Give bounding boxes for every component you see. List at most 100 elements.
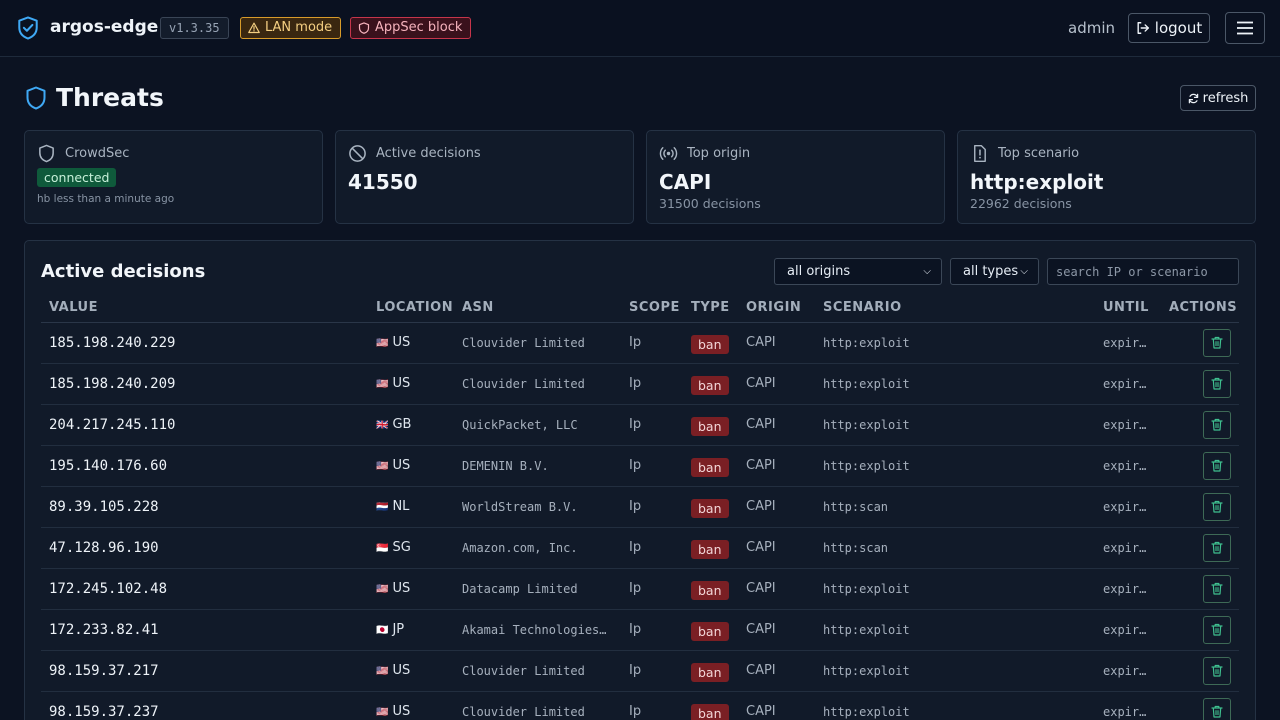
- asn-value: DEMENIN B.V.: [454, 445, 621, 487]
- country-code: US: [392, 663, 411, 678]
- origin-value: CAPI: [738, 568, 815, 610]
- country-flag-icon: 🇬🇧: [376, 420, 389, 431]
- top-scenario-card-header: Top scenario: [970, 144, 1079, 163]
- asn-value: Clouvider Limited: [454, 691, 621, 720]
- scenario-value: http:scan: [815, 527, 1095, 569]
- table-row: 185.198.240.229 🇺🇸 US Clouvider Limited Ip ba…: [41, 322, 1239, 364]
- decision-type-badge: ban: [691, 334, 729, 354]
- type-cell: ban: [683, 691, 738, 720]
- country-flag-icon: 🇺🇸: [376, 707, 389, 718]
- scope-value: Ip: [621, 691, 683, 720]
- trash-icon: [1211, 500, 1223, 513]
- origin-value: CAPI: [738, 609, 815, 651]
- ip-value[interactable]: 185.198.240.229: [41, 322, 368, 364]
- hamburger-icon: [1237, 21, 1253, 35]
- decision-type-badge: ban: [691, 457, 729, 477]
- ip-value[interactable]: 185.198.240.209: [41, 363, 368, 405]
- column-header-origin[interactable]: ORIGIN: [738, 289, 815, 323]
- until-value: expired: [1095, 568, 1161, 610]
- delete-decision-button[interactable]: [1203, 451, 1231, 480]
- delete-decision-button[interactable]: [1203, 410, 1231, 439]
- chevron-down-icon: ⌵: [923, 266, 931, 277]
- scope-value: Ip: [621, 322, 683, 364]
- table-row: 204.217.245.110 🇬🇧 GB QuickPacket, LLC Ip ban…: [41, 404, 1239, 446]
- ip-value[interactable]: 172.245.102.48: [41, 568, 368, 610]
- type-filter-select[interactable]: all types ⌵: [950, 258, 1039, 285]
- trash-icon: [1211, 582, 1223, 595]
- country-flag-icon: 🇺🇸: [376, 584, 389, 595]
- actions-cell: [1161, 691, 1239, 720]
- type-cell: ban: [683, 609, 738, 651]
- delete-decision-button[interactable]: [1203, 369, 1231, 398]
- delete-decision-button[interactable]: [1203, 615, 1231, 644]
- country-flag-icon: 🇯🇵: [376, 625, 389, 636]
- lan-mode-badge: LAN mode: [240, 17, 342, 39]
- column-header-asn[interactable]: ASN: [454, 289, 621, 323]
- scenario-value: http:exploit: [815, 322, 1095, 364]
- shield-icon: [358, 22, 370, 34]
- ip-value[interactable]: 98.159.37.217: [41, 650, 368, 692]
- scenario-value: http:exploit: [815, 568, 1095, 610]
- actions-cell: [1161, 404, 1239, 446]
- refresh-icon: [1188, 93, 1198, 103]
- delete-decision-button[interactable]: [1203, 533, 1231, 562]
- column-header-location[interactable]: LOCATION: [368, 289, 454, 323]
- crowdsec-label: CrowdSec: [65, 146, 130, 161]
- type-cell: ban: [683, 486, 738, 528]
- origin-filter-select[interactable]: all origins ⌵: [774, 258, 942, 285]
- lan-mode-label: LAN mode: [265, 20, 333, 35]
- crowdsec-card: CrowdSec connected hb less than a minute…: [24, 130, 323, 224]
- location-cell: 🇺🇸 US: [368, 650, 454, 692]
- ip-value[interactable]: 172.233.82.41: [41, 609, 368, 651]
- column-header-actions: ACTIONS: [1161, 289, 1239, 323]
- shield-icon: [39, 144, 54, 163]
- delete-decision-button[interactable]: [1203, 574, 1231, 603]
- ip-value[interactable]: 195.140.176.60: [41, 445, 368, 487]
- decision-type-badge: ban: [691, 703, 729, 720]
- table-row: 172.233.82.41🇯🇵JPAkamai Technologies, In…: [41, 609, 1239, 651]
- type-cell: ban: [683, 404, 738, 446]
- column-header-scope[interactable]: SCOPE: [621, 289, 683, 323]
- trash-icon: [1211, 623, 1223, 636]
- until-value: expired: [1095, 527, 1161, 569]
- ip-value[interactable]: 89.39.105.228: [41, 486, 368, 528]
- asn-value: WorldStream B.V.: [454, 486, 621, 528]
- brand-name[interactable]: argos-edge: [50, 17, 158, 37]
- country-flag-icon: 🇺🇸: [376, 338, 389, 349]
- location-cell: 🇺🇸 US: [368, 322, 454, 364]
- table-row: 185.198.240.209 🇺🇸 US Clouvider Limited Ip ba…: [41, 363, 1239, 405]
- delete-decision-button[interactable]: [1203, 656, 1231, 685]
- decision-type-badge: ban: [691, 580, 729, 600]
- ip-value[interactable]: 98.159.37.237: [41, 691, 368, 720]
- heartbeat-text: hb less than a minute ago: [37, 193, 175, 205]
- top-scenario-label: Top scenario: [998, 146, 1080, 161]
- type-cell: ban: [683, 650, 738, 692]
- scope-value: Ip: [621, 363, 683, 405]
- location-cell: 🇺🇸 US: [368, 568, 454, 610]
- logout-button[interactable]: logout: [1128, 13, 1210, 43]
- origin-value: CAPI: [738, 322, 815, 364]
- column-header-scenario[interactable]: SCENARIO: [815, 289, 1095, 323]
- delete-decision-button[interactable]: [1203, 328, 1231, 357]
- top-origin-count: 31500 decisions: [659, 196, 761, 211]
- scenario-value: http:exploit: [815, 609, 1095, 651]
- scenario-value: http:exploit: [815, 445, 1095, 487]
- column-header-value[interactable]: VALUE: [41, 289, 368, 323]
- menu-button[interactable]: [1225, 12, 1265, 44]
- appsec-badge: AppSec block: [350, 17, 472, 39]
- asn-value: Clouvider Limited: [454, 363, 621, 405]
- shield-icon: [26, 86, 46, 110]
- column-header-until[interactable]: UNTIL: [1095, 289, 1161, 323]
- actions-cell: [1161, 650, 1239, 692]
- ip-value[interactable]: 47.128.96.190: [41, 527, 368, 569]
- table-row: 172.245.102.48 🇺🇸 US Datacamp Limited Ip ban C…: [41, 568, 1239, 610]
- column-header-type[interactable]: TYPE: [683, 289, 738, 323]
- trash-icon: [1211, 705, 1223, 718]
- search-input[interactable]: [1047, 258, 1239, 285]
- asn-value: Akamai Technologies, Inc.: [454, 609, 621, 651]
- delete-decision-button[interactable]: [1203, 492, 1231, 521]
- refresh-button[interactable]: refresh: [1180, 85, 1256, 111]
- ip-value[interactable]: 204.217.245.110: [41, 404, 368, 446]
- actions-cell: [1161, 486, 1239, 528]
- delete-decision-button[interactable]: [1203, 697, 1231, 720]
